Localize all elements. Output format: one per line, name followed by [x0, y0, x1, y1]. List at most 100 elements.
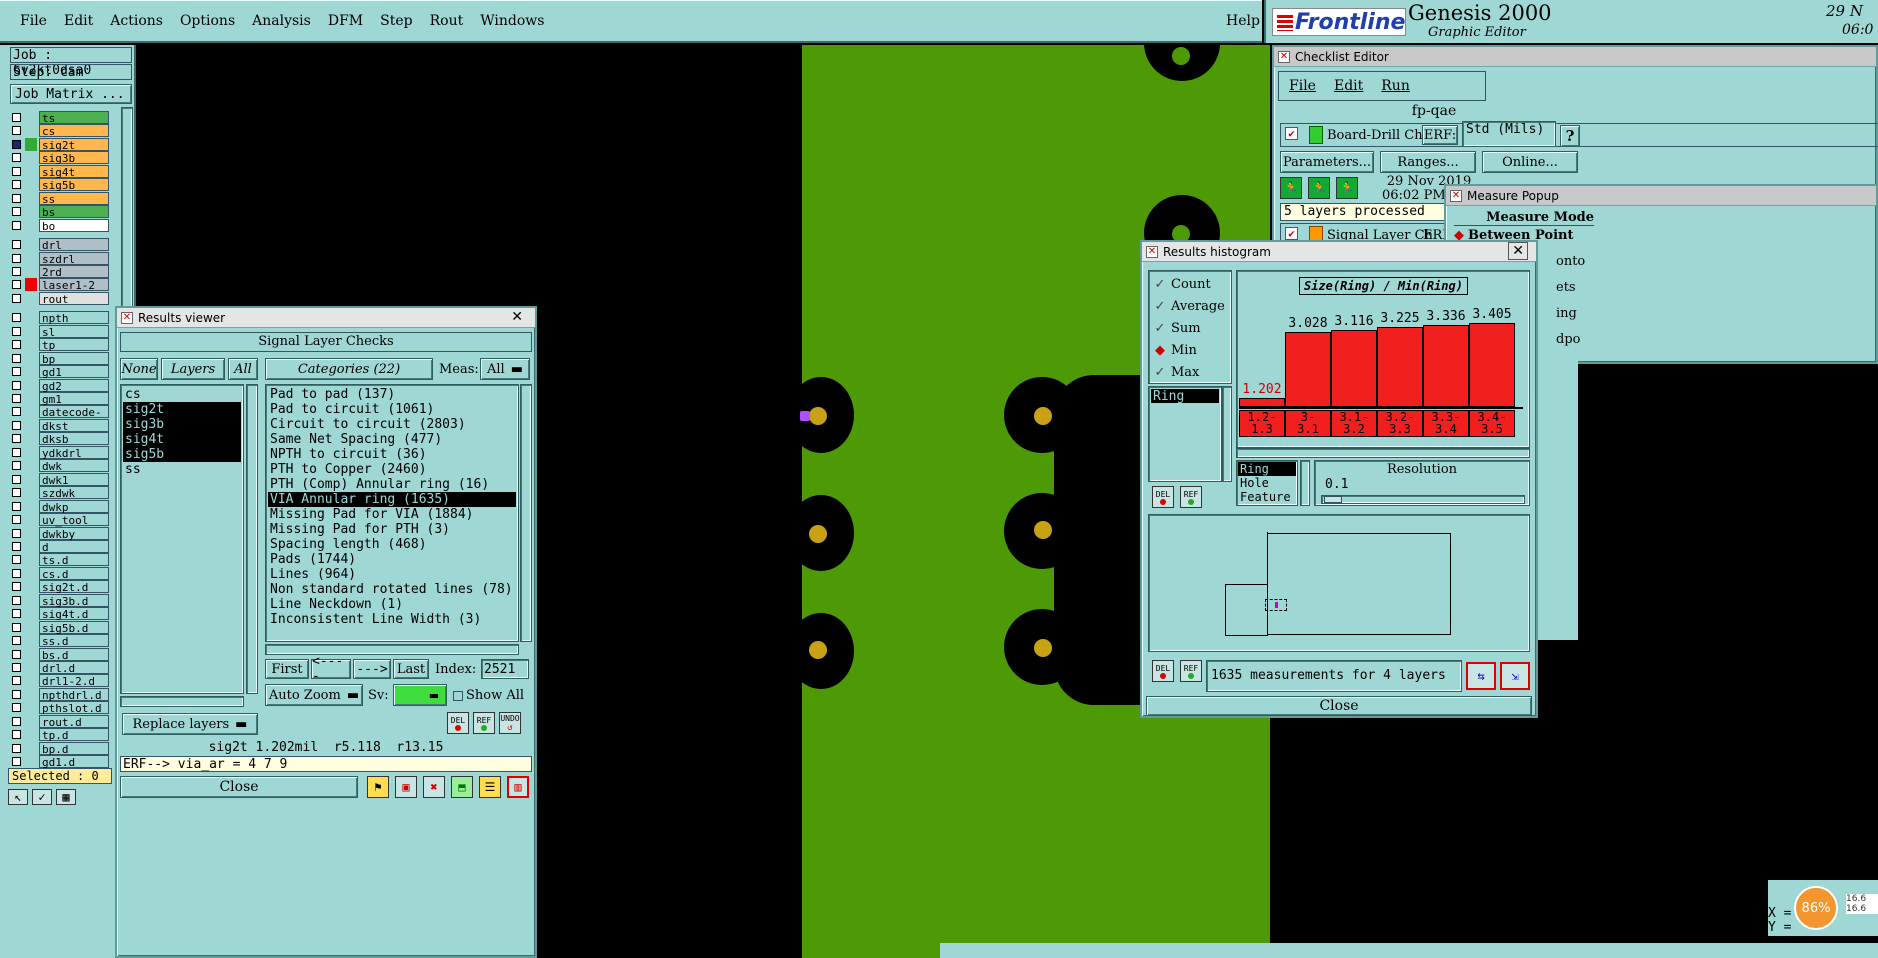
layer-row[interactable]: dksb: [12, 432, 109, 446]
layer-row[interactable]: sig3b.d: [12, 593, 109, 608]
layer-name[interactable]: drl: [39, 238, 109, 252]
layer-checkbox[interactable]: [12, 220, 21, 230]
job-matrix-button[interactable]: Job Matrix ...: [10, 84, 132, 104]
layer-checkbox[interactable]: [12, 730, 21, 740]
viewer-layer-item[interactable]: sig4t: [123, 432, 241, 447]
layer-name[interactable]: laser1-2: [39, 278, 109, 292]
menu-item[interactable]: Analysis: [252, 13, 311, 29]
layer-name[interactable]: npth: [39, 311, 109, 325]
bar-category-label[interactable]: 1.2- 1.3: [1239, 410, 1285, 437]
layer-checkbox[interactable]: [12, 193, 21, 203]
layer-name[interactable]: sig4t: [39, 164, 109, 179]
field-list-item[interactable]: Ring: [1151, 389, 1219, 404]
layer-checkbox[interactable]: [12, 434, 21, 444]
layer-checkbox[interactable]: [12, 716, 21, 726]
layer-row[interactable]: szdwk: [12, 486, 109, 500]
tool-icon-3[interactable]: ▦: [56, 789, 76, 805]
layer-row[interactable]: 2rd: [12, 264, 109, 279]
category-item[interactable]: Missing Pad for PTH (3): [268, 522, 516, 537]
layer-checkbox[interactable]: [12, 663, 21, 672]
layer-name[interactable]: sig3b: [39, 151, 109, 165]
layer-row[interactable]: ss.d: [12, 634, 109, 648]
prev-button[interactable]: <----: [311, 654, 351, 684]
layer-checkbox[interactable]: [12, 113, 21, 122]
layer-checkbox[interactable]: [12, 461, 21, 471]
parameters-button[interactable]: Parameters...: [1280, 151, 1374, 173]
layer-checkbox[interactable]: [12, 703, 21, 713]
chart-hscroll[interactable]: [1236, 448, 1530, 458]
hist-ref-button[interactable]: REF: [1180, 486, 1202, 508]
layer-checkbox[interactable]: [12, 380, 21, 390]
groupby-item[interactable]: Ring: [1238, 462, 1296, 476]
category-item[interactable]: Inconsistent Line Width (3): [268, 612, 516, 627]
menu-item[interactable]: Rout: [430, 13, 464, 29]
last-button[interactable]: Last: [393, 659, 429, 679]
layer-checkbox[interactable]: [12, 367, 21, 377]
checklist-menu-item[interactable]: Edit: [1334, 78, 1363, 94]
layer-row[interactable]: drl1-2.d: [12, 674, 109, 688]
layer-checkbox[interactable]: [12, 676, 21, 686]
layer-name[interactable]: d: [39, 539, 109, 554]
layer-checkbox[interactable]: [12, 313, 21, 323]
layer-name[interactable]: drl.d: [39, 661, 109, 675]
viewer-layer-item[interactable]: sig3b: [123, 417, 241, 432]
layer-row[interactable]: ydkdrl: [12, 445, 109, 460]
layer-name[interactable]: drl1-2.d: [39, 674, 109, 688]
viewer-close-button[interactable]: Close: [120, 776, 358, 798]
viewer-layer-item[interactable]: cs: [123, 387, 241, 402]
layer-row[interactable]: sig5b: [12, 178, 109, 192]
category-item[interactable]: Same Net Spacing (477): [268, 432, 516, 447]
layer-checkbox[interactable]: [12, 595, 21, 605]
layer-name[interactable]: datecode-pb: [39, 405, 109, 432]
layer-row[interactable]: drl.d: [12, 661, 109, 675]
category-item[interactable]: Pad to pad (137): [268, 387, 516, 402]
layer-row[interactable]: laser1-2: [12, 278, 109, 292]
layer-checkbox[interactable]: [12, 649, 21, 659]
layer-checkbox[interactable]: [12, 407, 21, 417]
categories-button[interactable]: Categories (22): [265, 358, 433, 380]
viewer-tool-3[interactable]: ✖: [423, 776, 445, 798]
layer-checkbox[interactable]: [12, 474, 21, 484]
layer-row[interactable]: dkst: [12, 418, 109, 433]
histogram-bar[interactable]: [1423, 325, 1469, 407]
histogram-icon[interactable]: ▥: [507, 776, 529, 798]
slider-thumb[interactable]: [1324, 496, 1342, 503]
layer-checkbox[interactable]: [12, 280, 21, 290]
aggregate-option[interactable]: ✓ Count: [1153, 273, 1231, 295]
histogram-bar[interactable]: [1239, 398, 1285, 407]
layer-checkbox[interactable]: [12, 488, 21, 498]
layer-name[interactable]: bo: [39, 218, 109, 233]
histogram-close-button[interactable]: Close: [1146, 696, 1532, 716]
viewer-tool-2[interactable]: ▣: [395, 776, 417, 798]
histogram-bar[interactable]: [1331, 330, 1377, 407]
layer-name[interactable]: sl: [39, 324, 109, 339]
hist-del-button-2[interactable]: DEL: [1152, 660, 1174, 682]
layer-row[interactable]: sig2t.d: [12, 580, 109, 594]
bar-category-label[interactable]: 3.2- 3.3: [1377, 410, 1423, 437]
category-item[interactable]: VIA Annular ring (1635): [268, 492, 516, 507]
histogram-bar[interactable]: [1285, 332, 1331, 407]
layer-row[interactable]: bs: [12, 205, 109, 219]
layer-checkbox[interactable]: [12, 207, 21, 217]
layer-row[interactable]: datecode-pb: [12, 405, 109, 432]
layer-row[interactable]: gd1.d: [12, 755, 109, 769]
layer-checkbox[interactable]: [12, 743, 21, 753]
layer-name[interactable]: ts.d: [39, 553, 109, 567]
layer-row[interactable]: gm1: [12, 392, 109, 406]
category-item[interactable]: Non standard rotated lines (78): [268, 582, 516, 597]
tool-icon-1[interactable]: ↖: [8, 789, 28, 805]
sv-color-dropdown[interactable]: ▬: [393, 684, 447, 706]
viewer-layer-vscroll[interactable]: [246, 384, 258, 694]
checklist-titlebar[interactable]: ✕ Checklist Editor: [1274, 47, 1876, 67]
layer-name[interactable]: cs: [39, 124, 109, 138]
layer-checkbox[interactable]: [12, 609, 21, 619]
show-all-checkbox[interactable]: Show All: [453, 688, 524, 703]
layer-row[interactable]: ts.d: [12, 553, 109, 567]
bar-category-label[interactable]: 3.4- 3.5: [1469, 410, 1515, 437]
layer-name[interactable]: ydkdrl: [39, 445, 109, 460]
layer-checkbox[interactable]: [12, 622, 21, 632]
layer-row[interactable]: dwk1: [12, 472, 109, 487]
preview-view-box[interactable]: [1265, 599, 1287, 611]
layer-row[interactable]: npth: [12, 311, 109, 325]
layer-checkbox[interactable]: [12, 293, 21, 303]
